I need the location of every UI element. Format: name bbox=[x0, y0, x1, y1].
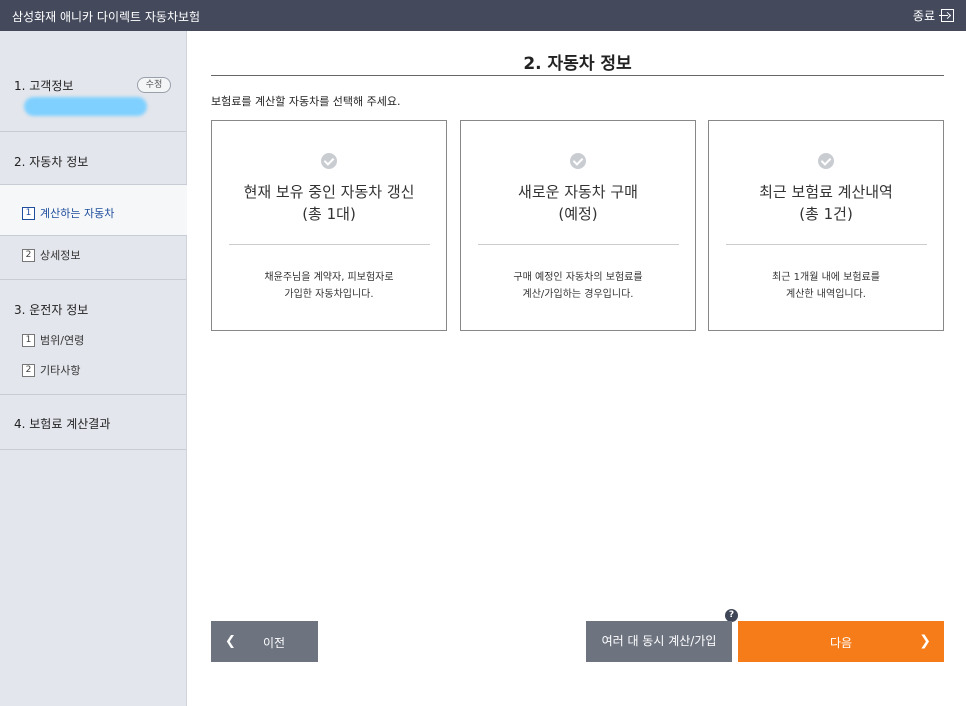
sidebar-section-customer: 1. 고객정보 수정 bbox=[0, 31, 186, 132]
exit-label: 종료 bbox=[912, 9, 935, 23]
option-card-history[interactable]: 최근 보험료 계산내역 (총 1건) 최근 1개월 내에 보험료를 계산한 내역… bbox=[708, 120, 944, 331]
title-bar: 삼성화재 애니카 다이렉트 자동차보험 종료 bbox=[0, 0, 966, 31]
next-label: 다음 bbox=[829, 636, 853, 650]
exit-icon bbox=[939, 9, 954, 22]
sidebar-item-label: 기타사항 bbox=[40, 364, 81, 377]
card-description: 구매 예정인 자동차의 보험료를 계산/가입하는 경우입니다. bbox=[513, 272, 643, 300]
check-icon bbox=[321, 153, 337, 169]
multi-car-button[interactable]: 여러 대 동시 계산/가입 bbox=[586, 621, 732, 662]
prev-label: 이전 bbox=[263, 636, 286, 650]
option-card-new-car[interactable]: 새로운 자동차 구매 (예정) 구매 예정인 자동차의 보험료를 계산/가입하는… bbox=[460, 120, 696, 331]
sidebar-item-etc[interactable]: 2 기타사항 bbox=[22, 362, 80, 378]
sidebar-item-label: 계산하는 자동차 bbox=[40, 207, 115, 220]
card-divider bbox=[726, 244, 927, 245]
option-card-renew[interactable]: 현재 보유 중인 자동차 갱신 (총 1대) 채윤주님을 계약자, 피보험자로 … bbox=[211, 120, 447, 331]
card-title: 새로운 자동차 구매 (예정) bbox=[518, 183, 638, 223]
instruction-text: 보험료를 계산할 자동차를 선택해 주세요. bbox=[211, 95, 401, 108]
sidebar-section-label[interactable]: 2. 자동차 정보 bbox=[14, 153, 88, 170]
step-number: 1 bbox=[22, 333, 35, 347]
card-title: 최근 보험료 계산내역 (총 1건) bbox=[759, 183, 893, 223]
sidebar-item-detail[interactable]: 2 상세정보 bbox=[22, 247, 80, 263]
next-button[interactable]: 다음 ❯ bbox=[738, 621, 944, 662]
sidebar-section-label[interactable]: 3. 운전자 정보 bbox=[14, 301, 88, 318]
card-divider bbox=[229, 244, 430, 245]
step-number: 2 bbox=[22, 248, 35, 262]
sidebar-section-label: 1. 고객정보 bbox=[14, 79, 74, 93]
sidebar-section-label[interactable]: 4. 보험료 계산결과 bbox=[14, 415, 110, 432]
step-number: 2 bbox=[22, 363, 35, 377]
chevron-right-icon: ❯ bbox=[919, 633, 931, 649]
step-number: 1 bbox=[22, 206, 35, 220]
card-title: 현재 보유 중인 자동차 갱신 (총 1대) bbox=[243, 183, 415, 223]
edit-button[interactable]: 수정 bbox=[137, 77, 171, 93]
prev-button[interactable]: ❮ 이전 bbox=[211, 621, 318, 662]
sidebar: 1. 고객정보 수정 2. 자동차 정보 1 계산하는 자동차 2 상세정보 3… bbox=[0, 31, 187, 706]
sidebar-item-range-age[interactable]: 1 범위/연령 bbox=[22, 332, 84, 348]
sidebar-item-label: 상세정보 bbox=[40, 249, 81, 262]
card-divider bbox=[478, 244, 679, 245]
card-description: 채윤주님을 계약자, 피보험자로 가입한 자동차입니다. bbox=[264, 272, 394, 300]
title-divider bbox=[211, 75, 944, 76]
card-description: 최근 1개월 내에 보험료를 계산한 내역입니다. bbox=[772, 272, 880, 300]
chevron-left-icon: ❮ bbox=[225, 634, 236, 649]
sidebar-item-calc-car[interactable]: 1 계산하는 자동차 bbox=[0, 184, 187, 236]
sidebar-section-result: 4. 보험료 계산결과 bbox=[0, 395, 186, 450]
exit-button[interactable]: 종료 bbox=[913, 7, 954, 24]
app-title: 삼성화재 애니카 다이렉트 자동차보험 bbox=[12, 10, 201, 24]
page-title: 2. 자동차 정보 bbox=[523, 54, 632, 74]
sidebar-section-driver: 3. 운전자 정보 1 범위/연령 2 기타사항 bbox=[0, 280, 186, 395]
check-icon bbox=[818, 153, 834, 169]
check-icon bbox=[570, 153, 586, 169]
sidebar-item-label: 범위/연령 bbox=[40, 334, 85, 347]
redacted-name bbox=[24, 97, 147, 116]
